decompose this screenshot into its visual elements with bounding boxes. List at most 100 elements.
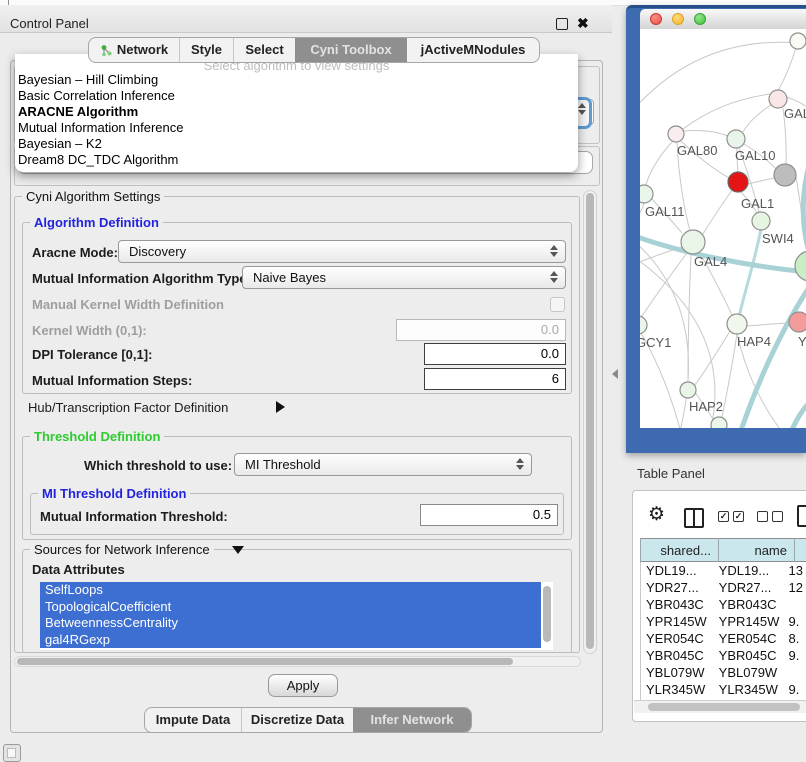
network-edge[interactable] [748,178,774,184]
table-cell[interactable]: 9. [784,681,806,698]
deselect-all-columns-icon[interactable] [757,511,783,522]
float-window-icon[interactable] [556,18,568,30]
algorithm-option[interactable]: Bayesian – Hill Climbing [17,72,573,88]
network-node[interactable] [680,382,696,398]
table-cell[interactable]: YER054C [714,630,785,647]
network-edge[interactable] [739,229,761,317]
table-cell[interactable]: 13 [784,562,806,579]
network-node[interactable] [727,130,745,148]
which-threshold-select[interactable]: MI Threshold [234,453,532,476]
tab-discretize-data[interactable]: Discretize Data [241,708,353,732]
table-cell[interactable]: YDL19... [714,562,785,579]
minimized-panel-icon[interactable] [3,744,21,762]
expand-right-icon[interactable] [276,401,285,413]
table-cell[interactable]: YBR043C [641,596,714,613]
network-node[interactable] [774,164,796,186]
column-header-name[interactable]: name [718,538,794,562]
table-row[interactable]: YBL079WYBL079W [641,664,806,681]
table-row[interactable]: YER054CYER054C8. [641,630,806,647]
table-cell[interactable]: YBR045C [641,647,714,664]
aracne-mode-select[interactable]: Discovery [118,240,566,263]
attributes-scrollbar[interactable] [541,582,553,650]
tab-cyni-toolbox[interactable]: Cyni Toolbox [295,38,407,62]
network-edge[interactable] [684,131,728,136]
network-graph[interactable]: GALGAL80GAL10GAL1GAL11SWI4GAL4GCY1HAP4YH… [640,29,806,428]
table-cell[interactable] [784,596,806,613]
sources-title[interactable]: Sources for Network Inference [30,542,214,557]
tab-impute-data[interactable]: Impute Data [145,708,241,732]
attribute-item[interactable]: BetweennessCentrality [40,615,541,632]
network-window-titlebar[interactable] [640,9,806,29]
close-traffic-light[interactable] [650,13,662,25]
apply-button[interactable]: Apply [268,674,338,697]
network-node[interactable] [789,312,806,332]
algorithm-option[interactable]: ARACNE Algorithm [17,104,573,120]
mi-steps-field[interactable]: 6 [424,368,566,390]
table-cell[interactable]: YBL079W [714,664,785,681]
network-edge[interactable] [646,142,672,185]
table-horizontal-scrollbar[interactable] [634,700,806,713]
table-cell[interactable]: 9. [784,647,806,664]
table-cell[interactable]: YLR345W [641,681,714,698]
settings-horizontal-scrollbar[interactable] [14,656,581,667]
algorithm-option[interactable]: Basic Correlation Inference [17,88,573,104]
table-row[interactable]: YLR345WYLR345W9. [641,681,806,698]
network-node[interactable] [795,251,806,281]
panel-splitter-handle[interactable] [612,369,618,379]
table-cell[interactable]: YER054C [641,630,714,647]
hub-definition-label[interactable]: Hub/Transcription Factor Definition [28,400,228,415]
network-node[interactable] [668,126,684,142]
table-cell[interactable]: YDL19... [641,562,714,579]
table-cell[interactable]: YPR145W [714,613,785,630]
table-cell[interactable]: 9. [784,613,806,630]
close-icon[interactable]: ✖ [577,15,589,32]
mi-type-select[interactable]: Naive Bayes [242,266,566,289]
network-edge[interactable] [703,190,732,234]
gear-icon[interactable]: ⚙ [648,504,665,526]
manual-kernel-checkbox[interactable] [550,297,565,312]
attribute-item[interactable]: TopologicalCoefficient [40,599,541,616]
collapse-down-icon[interactable] [232,546,244,554]
network-edge[interactable] [695,331,730,385]
network-canvas[interactable]: GALGAL80GAL10GAL1GAL11SWI4GAL4GCY1HAP4YH… [640,29,806,428]
network-edge[interactable] [640,203,644,219]
table-cell[interactable]: YDR27... [641,579,714,596]
table-row[interactable]: YDL19...YDL19...13 [641,562,806,579]
network-node[interactable] [640,316,647,334]
column-header-partial[interactable] [794,538,806,562]
table-row[interactable]: YBR043CYBR043C [641,596,806,613]
tab-select[interactable]: Select [233,38,295,62]
tab-infer-network[interactable]: Infer Network [353,708,471,732]
table-row[interactable]: YBR045CYBR045C9. [641,647,806,664]
algorithm-option[interactable]: Mutual Information Inference [17,120,573,136]
table-cell[interactable] [784,664,806,681]
algorithm-option[interactable]: Dream8 DC_TDC Algorithm [17,152,573,168]
algorithm-option[interactable]: Bayesian – K2 [17,136,573,152]
settings-vertical-scrollbar[interactable] [583,190,597,654]
zoom-traffic-light[interactable] [694,13,706,25]
dpi-tolerance-field[interactable]: 0.0 [424,343,566,365]
table-row[interactable]: YPR145WYPR145W9. [641,613,806,630]
mi-threshold-field[interactable]: 0.5 [420,504,558,526]
network-node[interactable] [752,212,770,230]
network-edge[interactable] [747,323,789,326]
table-cell[interactable]: YDR27... [714,579,785,596]
column-header-shared-name[interactable]: shared... [640,538,718,562]
table-cell[interactable]: YLR345W [714,681,785,698]
select-all-columns-icon[interactable]: ✓ ✓ [718,511,744,522]
network-node[interactable] [640,185,653,203]
table-row[interactable]: YDR27...YDR27...12 [641,579,806,596]
columns-icon[interactable] [684,508,704,528]
network-node[interactable] [728,172,748,192]
table-cell[interactable]: 8. [784,630,806,647]
tab-style[interactable]: Style [179,38,233,62]
attribute-item[interactable]: SelfLoops [40,582,541,599]
minimize-traffic-light[interactable] [672,13,684,25]
network-node[interactable] [790,33,806,49]
network-edge[interactable] [788,395,806,428]
network-node[interactable] [681,230,705,254]
network-node[interactable] [711,417,727,428]
table-cell[interactable]: YBR043C [714,596,785,613]
network-edge[interactable] [683,94,770,129]
table-cell[interactable]: YBL079W [641,664,714,681]
